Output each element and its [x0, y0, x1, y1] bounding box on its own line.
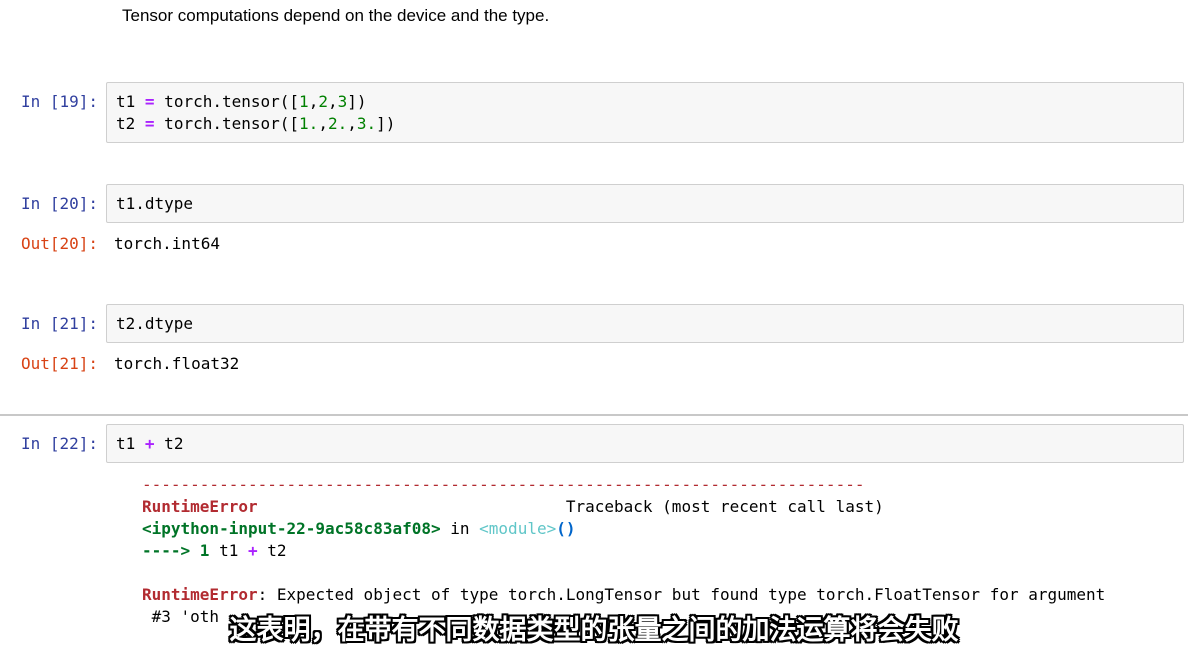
code-input[interactable]: t1 + t2 [106, 424, 1184, 463]
output-prompt: Out[20]: [20, 234, 98, 253]
code-line: t2 = torch.tensor([1.,2.,3.]) [116, 114, 396, 133]
cell-selection-border [0, 414, 1188, 416]
input-prompt: In [22]: [20, 434, 98, 453]
code-line: t1 + t2 [116, 434, 184, 453]
code-line: t1.dtype [116, 194, 194, 213]
output-text: torch.float32 [114, 354, 240, 373]
traceback-header: RuntimeError Traceback (most recent call… [142, 497, 884, 516]
error-message: RuntimeError: Expected object of type to… [142, 585, 1106, 604]
markdown-text: Tensor computations depend on the device… [122, 6, 550, 25]
input-prompt: In [21]: [20, 314, 98, 333]
input-prompt: In [20]: [20, 194, 98, 213]
code-input[interactable]: t2.dtype [106, 304, 1184, 343]
code-input[interactable]: t1.dtype [106, 184, 1184, 223]
output-text: torch.int64 [114, 234, 220, 253]
output-prompt: Out[21]: [20, 354, 98, 373]
error-traceback: ----------------------------------------… [142, 474, 1182, 628]
traceback-line: ----> 1 t1 + t2 [142, 541, 287, 560]
traceback-location: <ipython-input-22-9ac58c83af08> in <modu… [142, 519, 576, 538]
input-prompt: In [19]: [20, 92, 98, 111]
traceback-divider: ----------------------------------------… [142, 475, 865, 494]
video-subtitle: 这表明，在带有不同数据类型的张量之间的加法运算将会失败 [229, 615, 959, 646]
code-line: t1 = torch.tensor([1,2,3]) [116, 92, 367, 111]
code-line: t2.dtype [116, 314, 194, 333]
code-input[interactable]: t1 = torch.tensor([1,2,3]) t2 = torch.te… [106, 82, 1184, 143]
